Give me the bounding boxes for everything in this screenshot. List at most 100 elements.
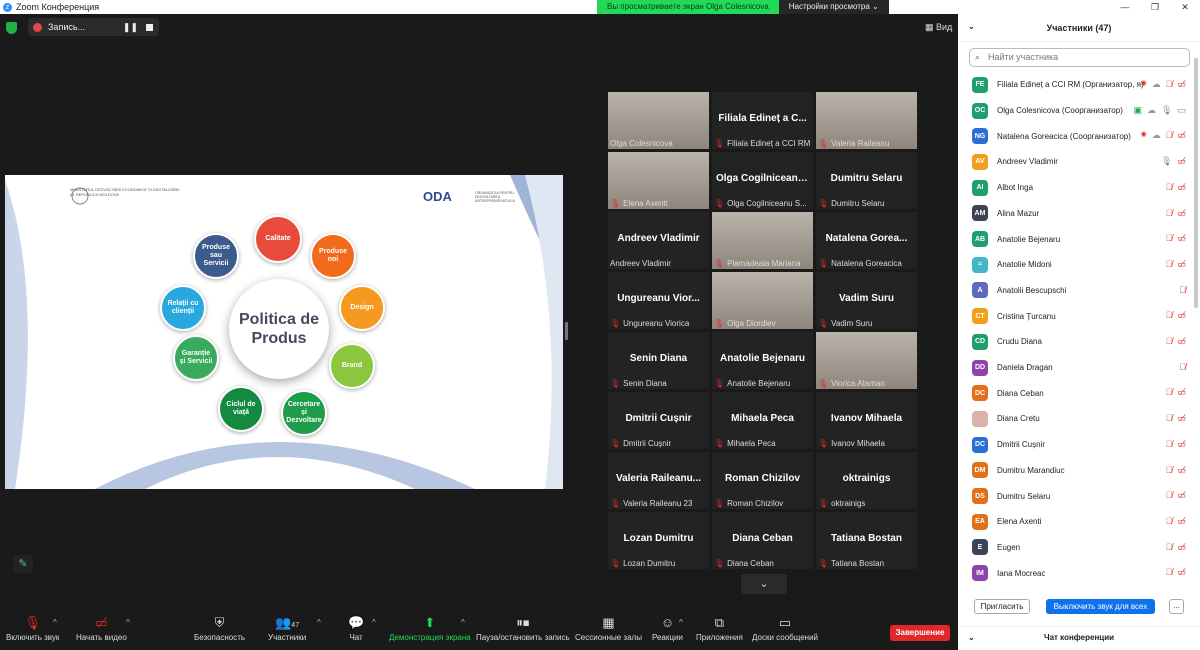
video-tile[interactable]: Valeria Raileanu... 🎙 Valeria Raileanu 23 — [608, 452, 709, 509]
collapse-chevron-icon[interactable]: ⌄ — [968, 22, 975, 31]
caret-up-icon[interactable]: ^ — [53, 618, 57, 627]
view-button[interactable]: ▦ Вид — [925, 22, 952, 33]
video-tile[interactable]: Andreev Vladimir Andreev Vladimir — [608, 212, 709, 269]
breakout-rooms-button[interactable]: ▦ Сессионные залы — [575, 615, 642, 642]
participant-row[interactable]: E Eugen 🎙̸ ▭̸ — [958, 535, 1194, 561]
view-options-button[interactable]: Настройки просмотра ⌄ — [778, 0, 889, 14]
tile-name-label: 🎙 Valeria Raileanu — [818, 139, 889, 148]
participant-list-scrollbar[interactable] — [1194, 58, 1198, 308]
video-tile[interactable]: Olga Cogilniceanu ... 🎙 Olga Cogilniceanu … — [712, 152, 813, 209]
shared-screen[interactable]: MINISTERUL DEZVOLTĂRII ECONOMICE ȘI DIGI… — [5, 175, 563, 489]
caret-up-icon[interactable]: ^ — [679, 618, 683, 627]
video-tile[interactable]: Ungureanu Vior... 🎙 Ungureanu Viorica — [608, 272, 709, 329]
tile-name-label: 🎙 Ivanov Mihaela — [818, 439, 885, 448]
participant-row[interactable]: FE Filiala Edineț a CCI RM (Организатор, … — [958, 72, 1194, 98]
video-tile[interactable]: Ivanov Mihaela 🎙 Ivanov Mihaela — [816, 392, 917, 449]
share-screen-button[interactable]: ⬆ Демонстрация экрана ^ — [389, 615, 471, 642]
participants-button[interactable]: 👥47 Участники ^ — [268, 615, 321, 642]
search-icon: ⌕ — [975, 52, 981, 62]
stop-icon[interactable] — [146, 23, 153, 31]
avatar: AV — [972, 153, 988, 170]
video-tile[interactable]: 🎙 Plamadeala Mariana — [712, 212, 813, 269]
participant-row[interactable]: IM Iana Mocreac 🎙̸ ▭̸ — [958, 560, 1194, 586]
avatar: AI — [972, 179, 988, 196]
video-tile[interactable]: Lozan Dumitru 🎙 Lozan Dumitru — [608, 512, 709, 569]
pause-recording-label: Пауза/остановить запись — [476, 633, 570, 642]
more-options-button[interactable]: ... — [1169, 599, 1184, 614]
participant-row[interactable]: DC Diana Ceban 🎙̸ ▭̸ — [958, 380, 1194, 406]
video-off-icon: ▭̸ — [1177, 181, 1186, 192]
chat-panel-header[interactable]: ⌄ Чат конференции — [958, 626, 1200, 648]
whiteboards-button[interactable]: ▭ Доски сообщений — [752, 615, 818, 642]
tile-name-label: 🎙 Olga Cogilniceanu S... — [714, 199, 807, 208]
video-tile[interactable]: Dmitrii Cușnir 🎙 Dmitrii Cușnir — [608, 392, 709, 449]
chat-button[interactable]: 💬 Чат ^ — [348, 615, 376, 642]
mic-off-icon: 🎙̸ — [1165, 181, 1173, 192]
end-meeting-button[interactable]: Завершение — [890, 625, 950, 641]
participant-row[interactable]: Diana Cretu 🎙̸ ▭̸ — [958, 406, 1194, 432]
participant-row[interactable]: A Anatolii Bescupschi 🎙̸ — [958, 278, 1194, 304]
video-off-icon: ▭̸ — [1177, 336, 1186, 346]
video-tile[interactable]: Natalena Gorea... 🎙 Natalena Goreacica — [816, 212, 917, 269]
video-tile[interactable]: Dumitru Selaru 🎙 Dumitru Selaru — [816, 152, 917, 209]
video-tile[interactable]: Roman Chizilov 🎙 Roman Chizilov — [712, 452, 813, 509]
participant-row[interactable]: EA Elena Axenti 🎙̸ ▭̸ — [958, 509, 1194, 535]
caret-up-icon[interactable]: ^ — [461, 618, 465, 627]
video-tile[interactable]: Filiala Edineț a C... 🎙 Filiala Edineț a C… — [712, 92, 813, 149]
video-tile[interactable]: 🎙 Viorica Ataman — [816, 332, 917, 389]
pause-recording-button[interactable]: ⏸⏹ Пауза/остановить запись — [476, 615, 570, 642]
participant-row[interactable]: AV Andreev Vladimir 🎙 ▭̸ — [958, 149, 1194, 175]
mute-all-button[interactable]: Выключить звук для всех — [1046, 599, 1155, 614]
participant-row[interactable]: AI Albot Inga 🎙̸ ▭̸ — [958, 175, 1194, 201]
tile-label-text: Diana Ceban — [727, 559, 774, 568]
participant-row[interactable]: OC Olga Colesnicova (Соорганизатор) ▣ ☁ 🎙 ▭ — [958, 98, 1194, 124]
video-tile[interactable]: Tatiana Bostan 🎙 Tatiana Bostan — [816, 512, 917, 569]
maximize-button[interactable]: ❐ — [1140, 0, 1170, 14]
participant-row[interactable]: AB Anatolie Bejenaru 🎙̸ ▭̸ — [958, 226, 1194, 252]
video-tile[interactable]: Anatolie Bejenaru 🎙 Anatolie Bejenaru — [712, 332, 813, 389]
caret-up-icon[interactable]: ^ — [126, 618, 130, 627]
participant-row[interactable]: DM Dumitru Marandiuc 🎙̸ ▭̸ — [958, 458, 1194, 484]
video-tile[interactable]: 🎙 Olga Diordiev — [712, 272, 813, 329]
participant-row[interactable]: ≈ Anatolie Midoni 🎙̸ ▭̸ — [958, 252, 1194, 278]
participant-row[interactable]: CD Crudu Diana 🎙̸ ▭̸ — [958, 329, 1194, 355]
participant-search-input[interactable]: ⌕ Найти участника — [969, 48, 1190, 67]
gallery-next-page-button[interactable]: ⌄ — [741, 574, 787, 594]
reactions-button[interactable]: ☺ Реакции ^ — [652, 615, 683, 642]
participant-row[interactable]: CT Cristina Țurcanu 🎙̸ ▭̸ — [958, 303, 1194, 329]
participant-row[interactable]: DS Dumitru Selaru 🎙̸ ▭̸ — [958, 483, 1194, 509]
participant-row[interactable]: DC Dmitrii Cușnir 🎙̸ ▭̸ — [958, 432, 1194, 458]
video-tile[interactable]: Olga Colesnicova — [608, 92, 709, 149]
video-tile[interactable]: Vadim Suru 🎙 Vadim Suru — [816, 272, 917, 329]
video-tile[interactable]: Diana Ceban 🎙 Diana Ceban — [712, 512, 813, 569]
shield-icon[interactable] — [6, 22, 17, 34]
start-video-button[interactable]: ▭̸ Начать видео ^ — [76, 615, 130, 642]
video-tile[interactable]: 🎙 Elena Axenti — [608, 152, 709, 209]
annotate-pencil-icon[interactable]: ✎ — [13, 555, 33, 573]
participant-row[interactable]: DD Daniela Dragan 🎙̸ — [958, 355, 1194, 381]
tile-name-label: 🎙 Dumitru Selaru — [818, 199, 885, 208]
apps-button[interactable]: ⧉ Приложения — [696, 615, 743, 642]
participant-row[interactable]: AM Alina Mazur 🎙̸ ▭̸ — [958, 201, 1194, 227]
video-tile[interactable]: Senin Diana 🎙 Senin Diana — [608, 332, 709, 389]
video-tile[interactable]: 🎙 Valeria Raileanu — [816, 92, 917, 149]
pause-icon[interactable]: ❚❚ — [123, 22, 138, 33]
collapse-chevron-icon[interactable]: ⌄ — [968, 633, 975, 642]
invite-button[interactable]: Пригласить — [974, 599, 1030, 614]
caret-up-icon[interactable]: ^ — [317, 618, 321, 627]
share-banner: Вы просматриваете экран Olga Colesnicova… — [597, 0, 889, 14]
video-tile[interactable]: Mihaela Peca 🎙 Mihaela Peca — [712, 392, 813, 449]
caret-up-icon[interactable]: ^ — [372, 618, 376, 627]
unmute-button[interactable]: 🎙 Включить звук ^ — [6, 615, 59, 642]
participant-row[interactable]: NG Natalena Goreacica (Соорганизатор) ◉ ☁ 🎙̸… — [958, 123, 1194, 149]
tile-label-text: Vadim Suru — [831, 319, 873, 328]
minimize-button[interactable]: — — [1110, 0, 1140, 14]
security-button[interactable]: ⛨ Безопасность — [194, 615, 245, 642]
avatar: AB — [972, 231, 988, 248]
tile-label-text: Dmitrii Cușnir — [623, 439, 672, 448]
split-handle[interactable] — [565, 322, 568, 340]
close-button[interactable]: ✕ — [1170, 0, 1200, 14]
tile-name-label: 🎙 Olga Diordiev — [714, 319, 776, 328]
tile-display-name: Valeria Raileanu... — [615, 473, 702, 484]
video-tile[interactable]: oktrainigs 🎙 oktrainigs — [816, 452, 917, 509]
